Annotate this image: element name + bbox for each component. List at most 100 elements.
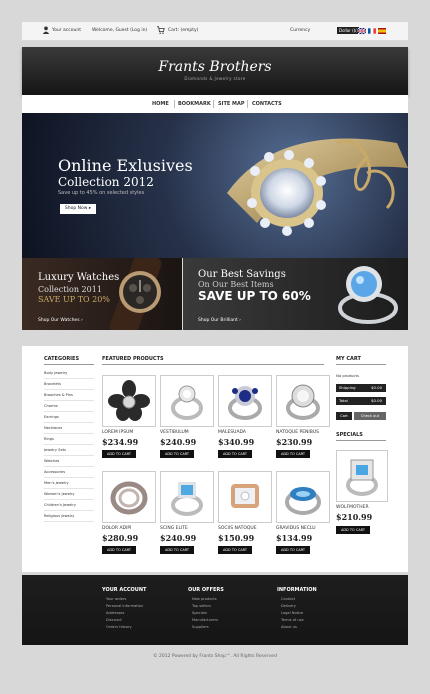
product-name[interactable]: MALESUADA (218, 430, 246, 435)
add-to-cart-button[interactable]: ADD TO CART (218, 450, 252, 458)
currency-select[interactable]: Dollar ($) (337, 27, 359, 34)
nav-site-map[interactable]: SITE MAP (218, 101, 245, 107)
site-footer: YOUR ACCOUNT Your orders Personal inform… (22, 575, 408, 645)
specials-title: SPECIALS (336, 432, 386, 441)
featured-products-title: FEATURED PRODUCTS (102, 356, 324, 365)
checkout-button[interactable]: Check out (354, 412, 386, 420)
product-price: $240.99 (160, 533, 197, 543)
footer-link[interactable]: Suppliers (192, 625, 209, 629)
category-item[interactable]: Men's Jewelry (44, 478, 94, 489)
category-item[interactable]: Women's Jewelry (44, 489, 94, 500)
cart-button[interactable]: Cart (336, 412, 352, 420)
product-name[interactable]: NATOQUE PENIBUS (276, 430, 319, 435)
footer-link[interactable]: Delivery (281, 604, 296, 608)
footer-link[interactable]: Personal information (106, 604, 143, 608)
nav-contacts[interactable]: CONTACTS (252, 101, 282, 107)
category-item[interactable]: Children's Jewelry (44, 500, 94, 511)
special-product-name[interactable]: WOLFMOTHER (336, 505, 369, 510)
footer-link[interactable]: Orders history (106, 625, 132, 629)
footer-link[interactable]: Specials (192, 611, 207, 615)
add-to-cart-button[interactable]: ADD TO CART (218, 546, 252, 554)
user-icon (42, 26, 50, 34)
flag-france-icon[interactable] (368, 28, 376, 34)
category-item[interactable]: Watches (44, 456, 94, 467)
footer-link[interactable]: Your orders (106, 597, 126, 601)
watches-promo-banner[interactable]: Luxury Watches Collection 2011 SAVE UP T… (22, 258, 182, 330)
cart-summary-link[interactable]: Cart: (empty) (168, 28, 198, 33)
flag-spain-icon[interactable] (378, 28, 386, 34)
hero-caption: Save up to 45% on selected styles (58, 190, 145, 196)
product-image[interactable] (160, 375, 214, 427)
hero-banner[interactable]: Online Exlusives Collection 2012 Save up… (22, 113, 408, 258)
product-price: $150.99 (218, 533, 255, 543)
product-image[interactable] (218, 471, 272, 523)
footer-link[interactable]: Legal Notice (281, 611, 303, 615)
savings-promo-subtitle: On Our Best Items (198, 280, 274, 289)
site-logo[interactable]: Frants Brothers (22, 59, 408, 75)
footer-link[interactable]: New products (192, 597, 217, 601)
product-image[interactable] (102, 375, 156, 427)
add-to-cart-button[interactable]: ADD TO CART (160, 546, 194, 554)
product-image[interactable] (276, 471, 330, 523)
add-to-cart-button[interactable]: ADD TO CART (102, 546, 136, 554)
product-image[interactable] (276, 375, 330, 427)
flag-uk-icon[interactable] (357, 27, 367, 35)
product-image[interactable] (160, 471, 214, 523)
main-content: CATEGORIES Body Jewelry Bracelets Brooch… (22, 346, 408, 572)
footer-link[interactable]: Top sellers (192, 604, 211, 608)
product-name[interactable]: VESTIBULUM (160, 430, 189, 435)
savings-promo-banner[interactable]: Our Best Savings On Our Best Items SAVE … (183, 258, 408, 330)
copyright-text: © 2012 Powered by Frants Shop™. All Righ… (153, 654, 277, 659)
welcome-text[interactable]: Welcome, Guest (Log in) (92, 28, 147, 33)
category-item[interactable]: Earrings (44, 412, 94, 423)
category-item[interactable]: Jewelry Sets (44, 445, 94, 456)
shop-brilliant-link[interactable]: Shop Our Brilliant › (198, 318, 241, 323)
savings-promo-discount: SAVE UP TO 60% (198, 289, 311, 303)
product-price: $240.99 (160, 437, 197, 447)
category-item[interactable]: Body Jewelry (44, 368, 94, 379)
product-name[interactable]: DOLOR ADIPI (102, 526, 131, 531)
nav-divider (247, 100, 248, 108)
nav-home[interactable]: HOME (152, 101, 169, 107)
your-account-link[interactable]: Your account (52, 28, 81, 33)
shipping-label: Shipping (339, 385, 356, 390)
product-name[interactable]: SOCIIS NATOQUE (218, 526, 257, 531)
product-image[interactable] (102, 471, 156, 523)
watches-promo-title: Luxury Watches (38, 272, 120, 283)
footer-offers-title: OUR OFFERS (188, 587, 224, 593)
product-price: $134.99 (276, 533, 313, 543)
category-item[interactable]: Rings (44, 434, 94, 445)
product-name[interactable]: LOREM IPSUM (102, 430, 133, 435)
special-add-to-cart-button[interactable]: ADD TO CART (336, 526, 370, 534)
footer-link[interactable]: Discount (106, 618, 122, 622)
footer-link[interactable]: About us (281, 625, 297, 629)
footer-link[interactable]: Terms of use (281, 618, 304, 622)
footer-link[interactable]: Manufacturers (192, 618, 218, 622)
nav-bookmark[interactable]: BOOKMARK (178, 101, 211, 107)
add-to-cart-button[interactable]: ADD TO CART (160, 450, 194, 458)
product-price: $280.99 (102, 533, 139, 543)
product-name[interactable]: GRAVIDUS NECLU (276, 526, 316, 531)
hero-subheadline: Collection 2012 (58, 175, 154, 189)
site-tagline: Diamonds & Jewelry store (184, 76, 246, 81)
category-item[interactable]: Brooches & Pins (44, 390, 94, 401)
add-to-cart-button[interactable]: ADD TO CART (276, 546, 310, 554)
add-to-cart-button[interactable]: ADD TO CART (276, 450, 310, 458)
watches-promo-subtitle: Collection 2011 (38, 285, 102, 294)
product-name[interactable]: SCING ELITE (160, 526, 188, 531)
category-item[interactable]: Charms (44, 401, 94, 412)
categories-title: CATEGORIES (44, 356, 94, 365)
product-image[interactable] (218, 375, 272, 427)
footer-link[interactable]: Contact (281, 597, 295, 601)
shop-watches-link[interactable]: Shop Our Watches › (38, 318, 83, 323)
category-item[interactable]: Bracelets (44, 379, 94, 390)
footer-link[interactable]: Addresses (106, 611, 124, 615)
blue-ring-image (338, 266, 398, 324)
category-item[interactable]: Accessories (44, 467, 94, 478)
special-product-image[interactable] (336, 450, 388, 502)
hero-headline: Online Exlusives (58, 156, 193, 175)
category-item[interactable]: Necklaces (44, 423, 94, 434)
shop-now-button[interactable]: Shop Now ▸ (60, 204, 96, 214)
add-to-cart-button[interactable]: ADD TO CART (102, 450, 136, 458)
category-item[interactable]: Religious Jewelry (44, 511, 94, 522)
